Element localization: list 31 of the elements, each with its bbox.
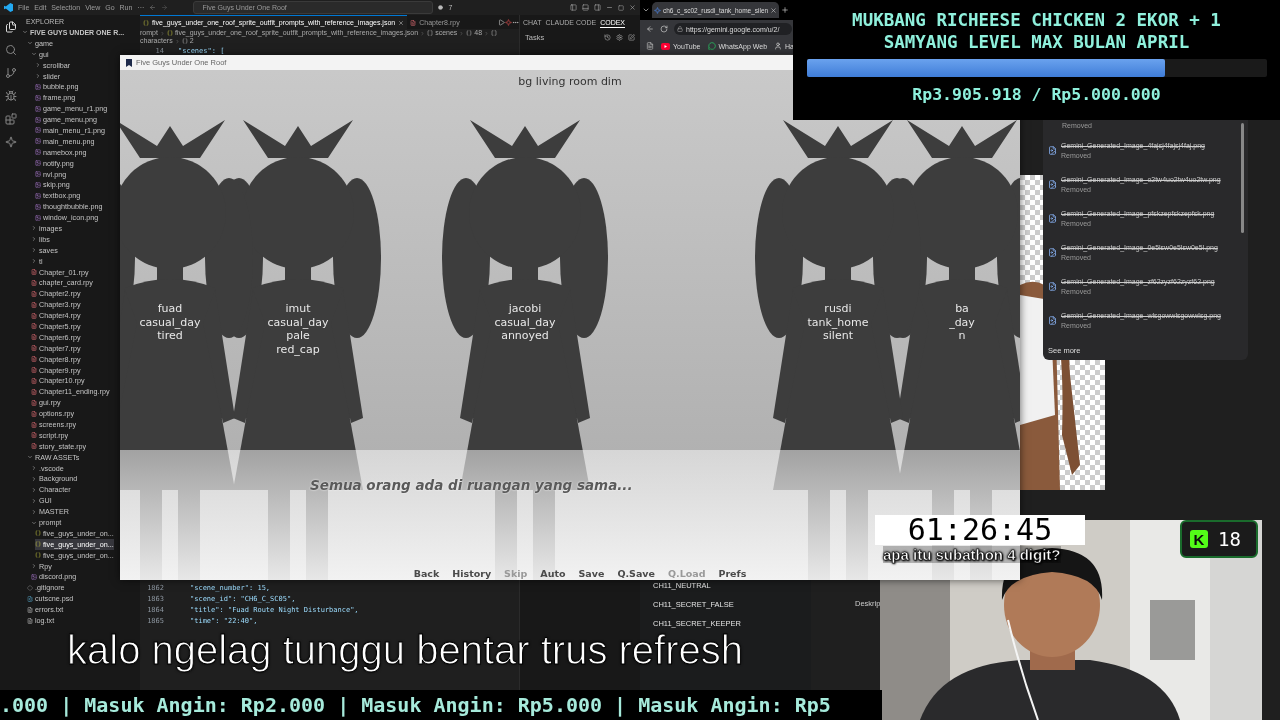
subtitle-text: kalo ngelag tunggu bentar trus refresh [67, 630, 743, 671]
sprite-label: tank_home [807, 315, 869, 329]
countdown-timer: 61:26:45 [875, 515, 1085, 545]
sprite-label: casual_day [139, 315, 201, 329]
sprite-label: _day [949, 315, 975, 329]
sprite-label: rusdi [824, 302, 852, 316]
sprite-label: pale [286, 329, 310, 343]
sprite-label: casual_day [494, 315, 556, 329]
ticker-text: .000 | Masuk Angin: Rp2.000 | Masuk Angin: Rp5.000 | Masuk Angin: Rp5 [0, 693, 831, 717]
dialogue-text: Semua orang ada di ruangan yang sama... [309, 476, 634, 493]
logo: K [1190, 530, 1208, 548]
goal-amount: Rp3.905.918 / Rp5.000.000 [912, 85, 1161, 104]
quick-menu-button[interactable]: Auto [540, 568, 566, 579]
sprite-label: tired [157, 329, 183, 343]
quick-menu-button[interactable]: Back [413, 568, 440, 579]
sprite-label: jacobi [508, 302, 542, 316]
quick-menu-button[interactable]: Prefs [718, 568, 747, 579]
sprite-label: n [958, 329, 966, 343]
quick-menu-button[interactable]: Save [578, 568, 605, 579]
sprite-label: silent [823, 329, 853, 343]
sprite-label: fuad [157, 302, 183, 316]
sprite-label: red_cap [276, 342, 320, 356]
quick-menu-button[interactable]: History [452, 568, 492, 579]
background-label: bg living room dim [517, 74, 623, 88]
quick-menu-button[interactable]: Q.Save [617, 568, 655, 579]
goal-title: MUKBANG RICHEESE CHICKEN 2 EKOR + 1 SAMYANG LEVEL MAX BULAN APRIL [851, 9, 1222, 53]
sprite-label: casual_day [267, 315, 329, 329]
sprite-label: imut [285, 302, 311, 316]
sprite-label: ba [955, 302, 969, 316]
viewer-count: 18 [1218, 528, 1241, 550]
sprite-label: annoyed [501, 329, 549, 343]
